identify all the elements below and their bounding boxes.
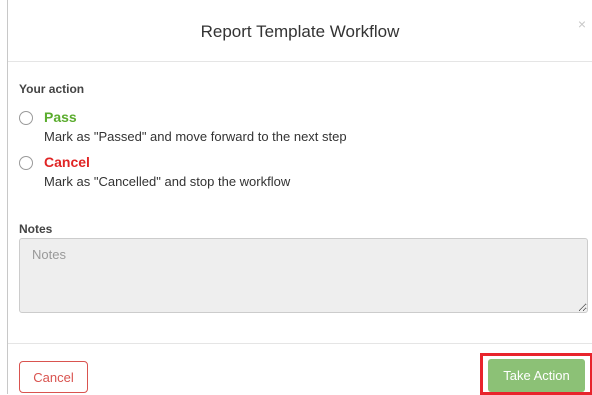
- take-action-button[interactable]: Take Action: [488, 359, 585, 392]
- close-icon[interactable]: ×: [578, 17, 586, 31]
- cancel-radio[interactable]: [19, 156, 33, 170]
- cancel-button[interactable]: Cancel: [19, 361, 88, 393]
- pass-option-description: Mark as "Passed" and move forward to the…: [44, 129, 347, 144]
- cancel-option-title[interactable]: Cancel: [44, 154, 90, 170]
- cancel-option-description: Mark as "Cancelled" and stop the workflo…: [44, 174, 291, 189]
- notes-textarea[interactable]: [19, 238, 588, 313]
- modal-header: Report Template Workflow ×: [8, 0, 592, 62]
- pass-option-title[interactable]: Pass: [44, 109, 77, 125]
- your-action-label: Your action: [19, 82, 85, 96]
- pass-radio[interactable]: [19, 111, 33, 125]
- modal-footer: Cancel Take Action: [8, 343, 592, 395]
- workflow-modal: Report Template Workflow × Your action P…: [7, 0, 592, 395]
- notes-label: Notes: [19, 222, 53, 236]
- modal-title: Report Template Workflow: [200, 22, 400, 41]
